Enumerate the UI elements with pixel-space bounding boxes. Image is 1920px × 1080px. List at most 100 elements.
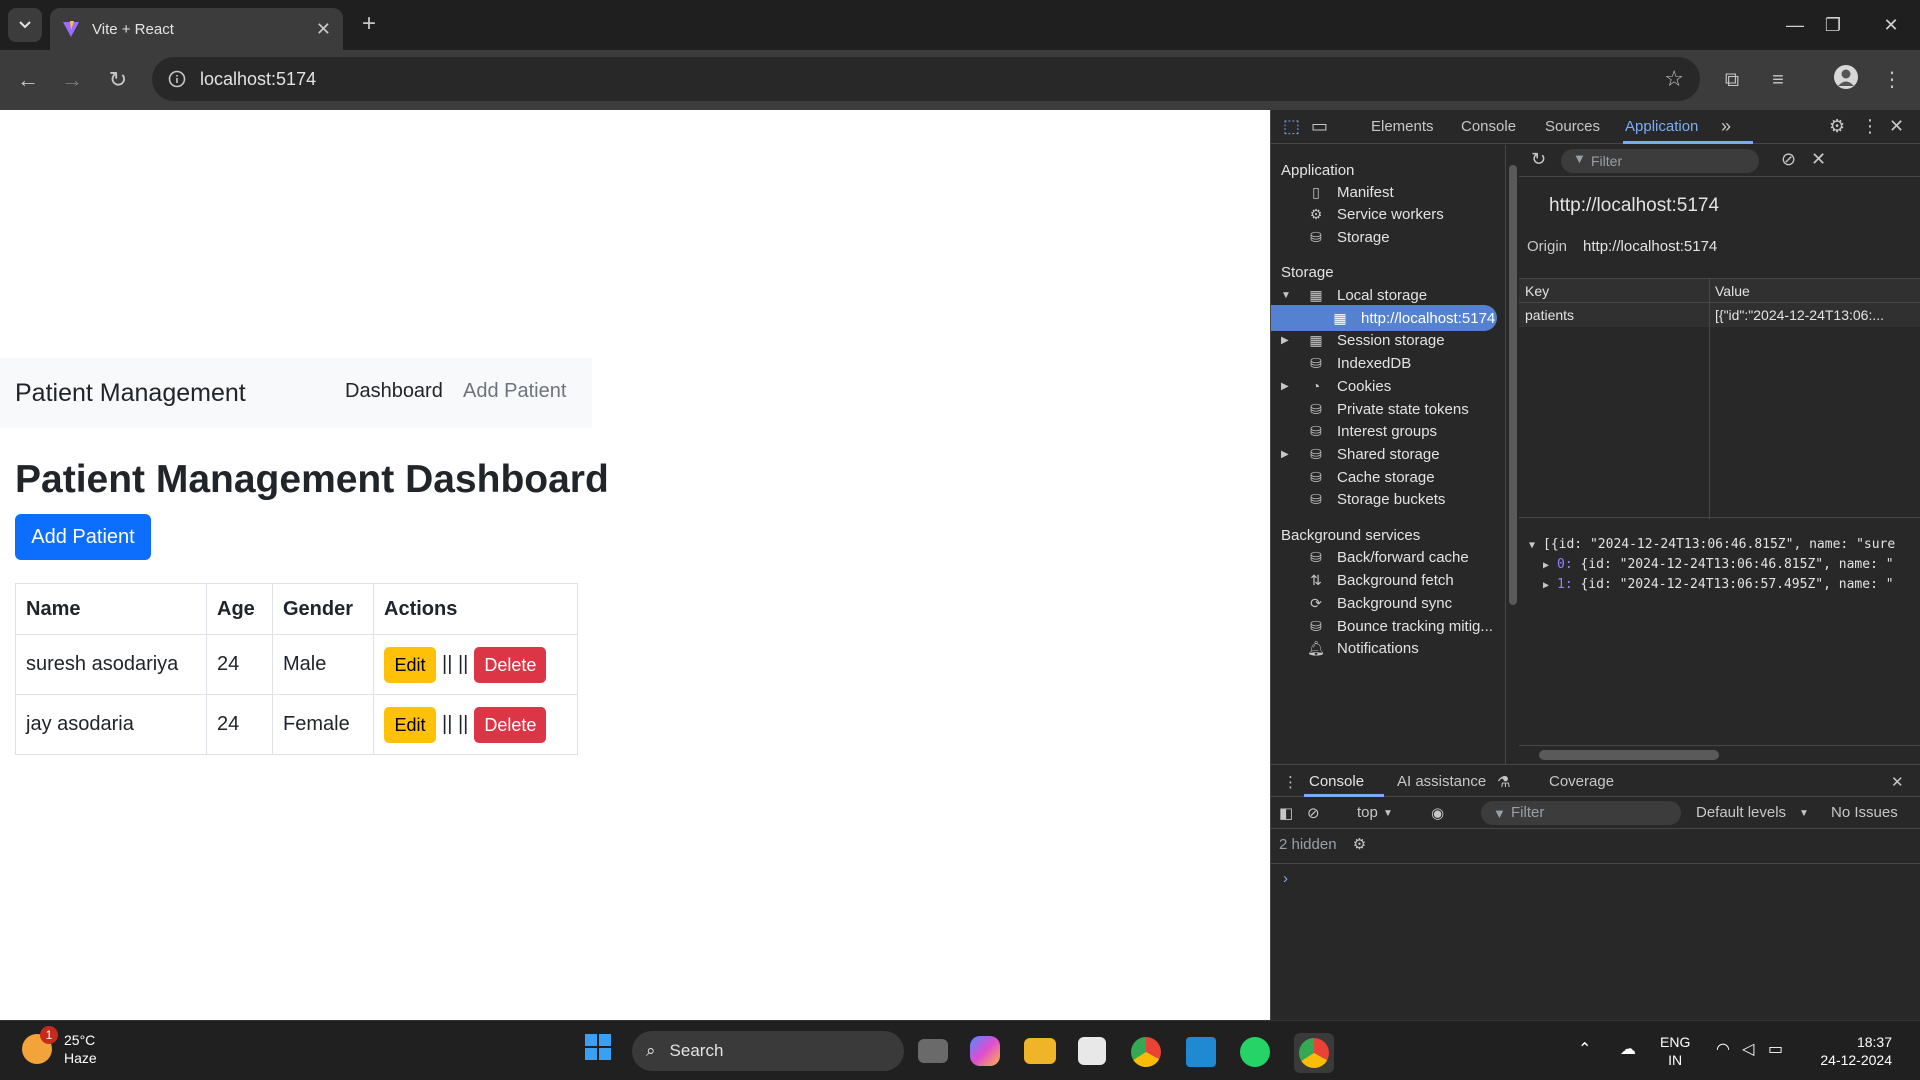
preview-line[interactable]: ▶ 0: {id: "2024-12-24T13:06:46.815Z", nam… [1529,555,1920,575]
tab-search-button[interactable] [8,8,42,42]
copilot-icon[interactable] [970,1036,1000,1066]
sidebar-item-storage-buckets[interactable]: ⛁ Storage buckets [1271,486,1497,512]
volume-icon[interactable]: ◁ [1742,1041,1754,1059]
forward-button[interactable]: → [56,64,88,96]
console-settings-gear-icon[interactable]: ⚙ [1353,836,1366,853]
preview-line[interactable]: ▼ [{id: "2024-12-24T13:06:46.815Z", name:… [1529,535,1920,555]
column-divider[interactable] [1709,279,1710,519]
windows-start-icon[interactable] [580,1033,616,1069]
collapsed-arrow-icon[interactable]: ▶ [1543,556,1557,576]
task-view-icon[interactable] [918,1039,948,1063]
storage-value[interactable]: [{"id":"2024-12-24T13:06:... [1715,307,1915,323]
show-hidden-icons-chevron-icon[interactable]: ⌃ [1578,1041,1591,1059]
storage-row[interactable]: patients [{"id":"2024-12-24T13:06:... [1519,303,1920,327]
browser-tab[interactable]: Vite + React ✕ [50,8,343,50]
back-button[interactable]: ← [12,64,44,96]
battery-icon[interactable]: ▭ [1768,1041,1783,1059]
clear-all-icon[interactable]: ⊘ [1781,149,1796,170]
context-selector[interactable]: top [1357,804,1378,821]
navbar-brand[interactable]: Patient Management [15,379,246,408]
collapsed-arrow-icon[interactable]: ▶ [1281,449,1297,460]
minimize-button[interactable]: — [1780,10,1810,40]
drawer-tab-ai-assistance[interactable]: AI assistance [1397,773,1486,790]
collapsed-arrow-icon[interactable]: ▶ [1543,576,1557,595]
tab-elements[interactable]: Elements [1371,118,1434,135]
settings-gear-icon[interactable]: ⚙ [1829,116,1845,137]
add-patient-button[interactable]: Add Patient [15,514,151,560]
devtools-close-icon[interactable]: ✕ [1889,116,1904,137]
column-header-value[interactable]: Value [1715,283,1750,299]
console-input[interactable]: › [1271,863,1920,893]
devtools-menu-icon[interactable]: ⋮ [1861,116,1879,137]
sidebar-item-label: Cache storage [1337,468,1435,486]
tab-close-icon[interactable]: ✕ [316,19,331,40]
chrome-active-icon[interactable] [1294,1033,1334,1073]
sidebar-toggle-icon[interactable]: ◧ [1279,804,1293,822]
window-close-button[interactable]: ✕ [1876,10,1906,40]
tab-sources[interactable]: Sources [1545,118,1600,135]
storage-key[interactable]: patients [1525,307,1705,323]
taskbar-search[interactable]: ⌕ Search [632,1031,904,1071]
console-filter-input[interactable]: Filter [1481,801,1681,825]
drawer-menu-icon[interactable]: ⋮ [1283,773,1298,791]
device-toolbar-icon[interactable]: ▭ [1311,116,1328,137]
browser-menu-icon[interactable]: ⋮ [1876,64,1908,96]
storage-filter-input[interactable]: Filter [1561,149,1759,173]
database-icon: ⛁ [1310,618,1322,634]
log-levels-dropdown[interactable]: Default levels [1696,804,1786,821]
edit-button[interactable]: Edit [384,706,436,743]
preview-line[interactable]: ▶ 1: {id: "2024-12-24T13:06:57.495Z", nam… [1529,575,1920,595]
weather-widget[interactable]: 1 25°C Haze [22,1026,97,1067]
url-text[interactable]: localhost:5174 [200,69,316,90]
inspect-element-icon[interactable]: ⬚ [1283,116,1300,137]
profile-avatar[interactable] [1830,64,1862,96]
new-tab-button[interactable]: + [355,11,383,39]
extensions-icon[interactable]: ⧉ [1716,64,1748,96]
onedrive-icon[interactable]: ☁ [1620,1041,1636,1059]
tab-application[interactable]: Application [1625,118,1698,135]
drawer-close-icon[interactable]: ✕ [1891,773,1904,791]
drawer-tab-coverage[interactable]: Coverage [1549,773,1614,790]
expanded-arrow-icon[interactable]: ▼ [1529,536,1543,556]
sidebar-scrollbar[interactable] [1505,145,1519,764]
address-bar[interactable]: localhost:5174 ☆ [152,57,1700,101]
bell-icon: 🔔︎ [1307,640,1325,656]
delete-selected-icon[interactable]: ✕ [1811,149,1826,170]
refresh-icon[interactable]: ↻ [1531,149,1546,170]
vscode-icon[interactable] [1186,1037,1216,1067]
language-indicator[interactable]: ENG IN [1660,1033,1690,1069]
live-expression-eye-icon[interactable]: ◉ [1431,804,1444,822]
microsoft-store-icon[interactable] [1078,1037,1106,1065]
reload-button[interactable]: ↻ [102,64,134,96]
sidebar-item-notifications[interactable]: 🔔︎ Notifications [1271,635,1497,661]
sidebar-item-storage[interactable]: ⛁ Storage [1271,224,1497,250]
whatsapp-icon[interactable] [1240,1037,1270,1067]
scrollbar-thumb[interactable] [1509,165,1517,605]
collapsed-arrow-icon[interactable]: ▶ [1281,381,1297,392]
column-header-key[interactable]: Key [1525,283,1549,299]
delete-button[interactable]: Delete [474,646,547,683]
nav-link-dashboard[interactable]: Dashboard [345,380,443,403]
chrome-icon[interactable] [1131,1037,1161,1067]
collapsed-arrow-icon[interactable]: ▶ [1281,335,1297,346]
sidebar-header-background-services: Background services [1281,527,1421,544]
site-info-icon[interactable] [168,70,186,88]
expanded-arrow-icon[interactable]: ▼ [1281,290,1297,301]
drawer-tab-console[interactable]: Console [1309,773,1364,790]
file-explorer-icon[interactable] [1024,1038,1056,1064]
edit-button[interactable]: Edit [384,646,436,683]
more-tabs-icon[interactable]: » [1721,116,1731,137]
bookmark-star-icon[interactable]: ☆ [1664,66,1684,92]
tab-console[interactable]: Console [1461,118,1516,135]
media-controls-icon[interactable]: ≡ [1762,64,1794,96]
clear-console-icon[interactable]: ⊘ [1307,804,1320,822]
issues-counter[interactable]: No Issues [1831,804,1898,821]
horizontal-scrollbar[interactable] [1519,745,1920,763]
nav-link-add-patient[interactable]: Add Patient [463,380,566,403]
restore-button[interactable]: ❐ [1818,10,1848,40]
delete-button[interactable]: Delete [474,706,547,743]
sidebar-item-label: Back/forward cache [1337,548,1469,566]
wifi-icon[interactable]: ◠ [1716,1041,1730,1059]
scrollbar-thumb[interactable] [1539,750,1719,760]
clock[interactable]: 18:37 24-12-2024 [1812,1033,1892,1069]
